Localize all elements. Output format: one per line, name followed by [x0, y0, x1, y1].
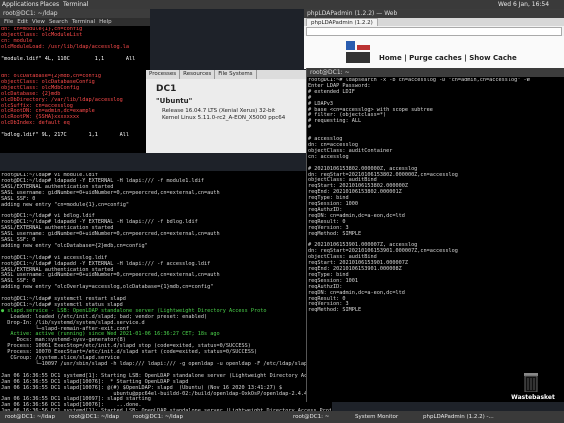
terminal-line: olcModuleLoad: /usr/lib/ldap/accesslog.l… [1, 43, 130, 50]
browser-titlebar[interactable]: phpLDAPadmin (1.2.2) — Web [304, 9, 564, 18]
terminal-titlebar[interactable]: root@DC1: ~ [307, 68, 564, 77]
menu-view[interactable]: View [32, 19, 45, 25]
header-links[interactable]: Home | Purge caches | Show Cache [379, 54, 517, 62]
host-name: DC1 [156, 84, 177, 94]
tab-resources[interactable]: Resources [180, 70, 216, 79]
phpldapadmin-header: Home | Purge caches | Show Cache [304, 36, 564, 69]
menu-help[interactable]: Help [99, 19, 112, 25]
editor-window-bdlog: dn: olcDatabase={2}mdb,cn=config objectCl… [0, 73, 150, 153]
wastebasket-icon[interactable]: Wastebasket [508, 372, 558, 408]
taskbar-item[interactable]: System Monitor [352, 412, 401, 422]
terminal-output[interactable]: root@DC1:~# ldapsearch -x -b cn=accesslo… [308, 78, 564, 350]
terminal-line: "module.ldif" 4L, 110C 1,1 All [1, 56, 149, 63]
taskbar-item[interactable]: phpLDAPadmin (1.2.2) -... [420, 412, 497, 422]
clock[interactable]: Wed 6 Jan, 16:54 [498, 0, 549, 9]
tab-processes[interactable]: Processes [146, 70, 181, 79]
editor-content[interactable]: dn: olcDatabase={2}mdb,cn=config objectCl… [1, 74, 149, 139]
kernel-info: Kernel Linux 5.11.0-rc2_A-EON_X5000 ppc6… [162, 115, 286, 121]
taskbar-item[interactable]: root@DC1: ~/ldap [130, 412, 186, 422]
editor-titlebar[interactable]: root@DC1: ~/ldap [0, 9, 150, 18]
menu-search[interactable]: Search [49, 19, 68, 25]
browser-tabbar: phpLDAPadmin (1.2.2) [304, 18, 564, 26]
top-panel: Applications Places Terminal Wed 6 Jan, … [0, 0, 564, 9]
editor-window-module: root@DC1: ~/ldap File Edit View Search Termi… [0, 9, 150, 75]
applications-menu[interactable]: Applications [2, 0, 39, 9]
phpldapadmin-logo [344, 39, 372, 65]
main-terminal-window: root@DC1:~/ldap# vi module.ldif root@DC1:… [0, 171, 332, 411]
browser-tab[interactable]: phpLDAPadmin (1.2.2) [306, 18, 378, 26]
system-info: DC1 "Ubuntu" Release 16.04.7 LTS (Xenial… [156, 84, 285, 121]
terminal-line: "bdlog.ldif" 9L, 217C 1,1 All [1, 132, 149, 139]
sysmon-tabs: Processes Resources File Systems [146, 70, 306, 79]
distro-name: "Ubuntu" [156, 97, 193, 105]
browser-window: phpLDAPadmin (1.2.2) — Web phpLDAPadmin … [304, 9, 564, 69]
tab-file-systems[interactable]: File Systems [215, 70, 257, 79]
terminal-line: └─10097 /usr/sbin/slapd -h ldap:/// ldap… [1, 361, 317, 367]
trash-icon [524, 373, 538, 392]
menu-edit[interactable]: Edit [17, 19, 28, 25]
taskbar-item[interactable]: root@DC1: ~/ldap [2, 412, 58, 422]
right-terminal-window: root@DC1: ~ root@DC1:~# ldapsearch -x -b… [306, 68, 564, 402]
editor-menubar: File Edit View Search Terminal Help [0, 18, 150, 26]
editor-content[interactable]: dn: cn=module{1},cn=config objectClass: o… [1, 27, 149, 63]
release-info: Release 16.04.7 LTS (Xenial Xerus) 32-bi… [162, 108, 276, 114]
taskbar-item[interactable]: root@DC1: ~/ldap [66, 412, 122, 422]
address-bar[interactable] [306, 27, 562, 36]
wastebasket-label: Wastebasket [511, 394, 555, 401]
taskbar-item[interactable]: root@DC1: ~ [290, 412, 332, 422]
terminal-menu[interactable]: Terminal [63, 0, 88, 9]
places-menu[interactable]: Places [40, 0, 59, 9]
system-monitor-window: Processes Resources File Systems DC1 "Ubun… [146, 70, 306, 153]
bottom-taskbar: root@DC1: ~/ldap root@DC1: ~/ldap root@D… [0, 411, 564, 423]
menu-file[interactable]: File [4, 19, 13, 25]
menu-terminal[interactable]: Terminal [72, 19, 95, 25]
terminal-output[interactable]: root@DC1:~/ldap# vi module.ldif root@DC1:… [1, 173, 331, 411]
